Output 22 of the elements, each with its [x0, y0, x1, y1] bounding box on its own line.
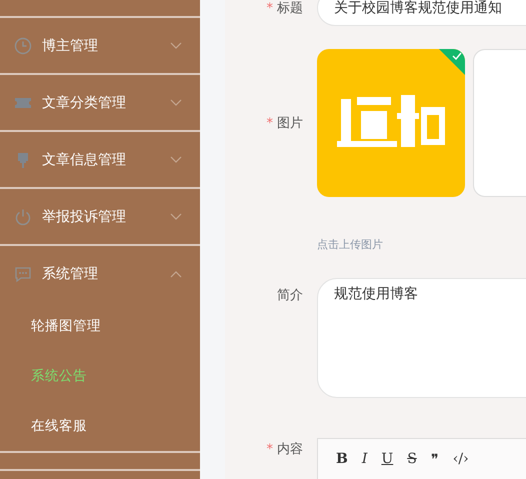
- upload-hint: 点击上传图片: [317, 237, 383, 252]
- toolbar-button[interactable]: U: [381, 449, 394, 469]
- submenu-item[interactable]: 轮播图管理: [0, 301, 200, 351]
- toolbar-button[interactable]: B: [336, 449, 348, 469]
- toolbar-button[interactable]: ‹/›: [452, 449, 469, 469]
- toolbar-button[interactable]: ❞: [430, 449, 439, 469]
- chat-icon: [14, 264, 32, 282]
- summary-textarea[interactable]: 规范使用博客: [317, 278, 526, 398]
- field-label: 标题: [277, 1, 303, 16]
- toolbar-button[interactable]: S: [407, 449, 417, 469]
- title-input[interactable]: 关于校园博客规范使用通知: [317, 0, 526, 26]
- required-mark: *: [266, 1, 273, 16]
- power-icon: [14, 208, 32, 226]
- field-label: 内容: [277, 442, 303, 457]
- sidebar-item[interactable]: 系统管理: [0, 246, 200, 301]
- required-mark: *: [266, 442, 273, 457]
- clock-icon: [14, 36, 32, 54]
- field-label: 图片: [277, 116, 303, 131]
- required-mark: *: [266, 116, 273, 131]
- toolbar-button[interactable]: I: [362, 449, 368, 469]
- submenu-item[interactable]: 在线客服: [0, 401, 200, 451]
- field-label: 简介: [276, 287, 303, 305]
